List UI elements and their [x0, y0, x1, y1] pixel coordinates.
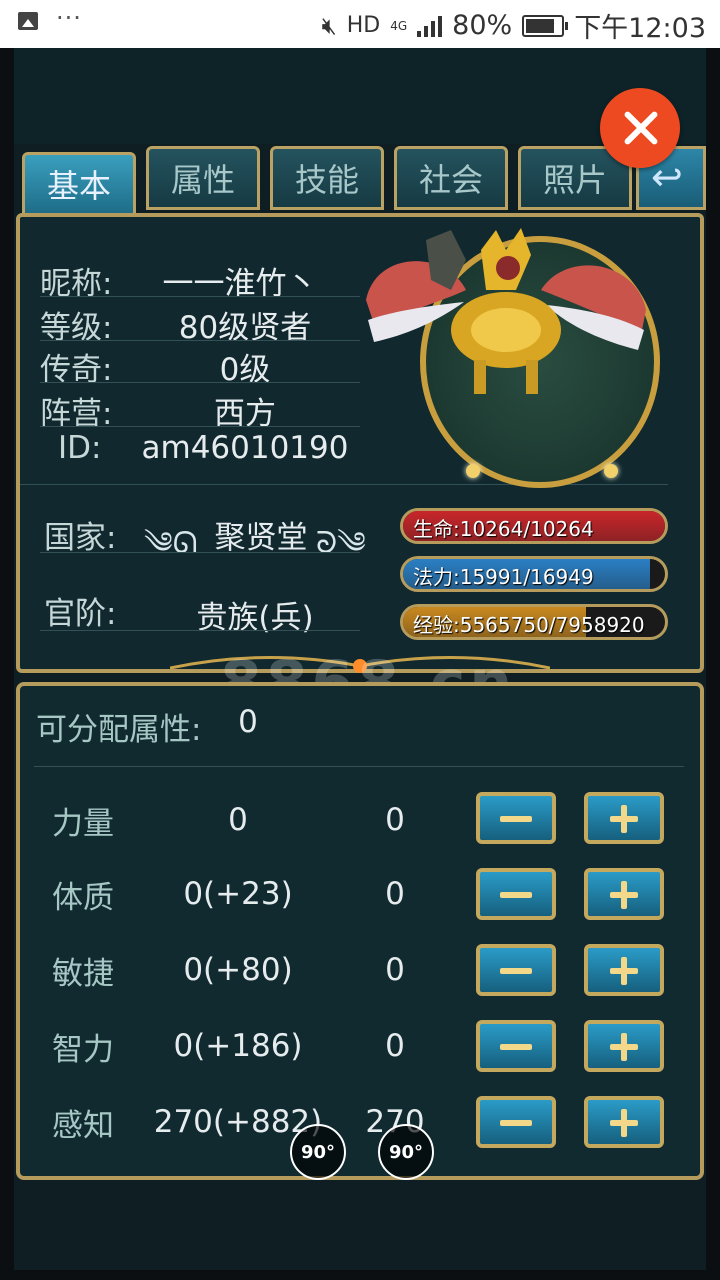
- nation-label: 国家:: [44, 520, 117, 556]
- divider: [40, 630, 360, 631]
- intelligence-base: 0(+186): [173, 1028, 303, 1064]
- ornament-orb: [604, 464, 618, 478]
- intelligence-plus-button[interactable]: [584, 1020, 664, 1072]
- divider: [40, 426, 360, 427]
- divider: [20, 484, 668, 485]
- hd-indicator: HD: [346, 13, 381, 38]
- divider: [40, 552, 360, 553]
- constitution-minus-button[interactable]: [476, 868, 556, 920]
- tab-attributes[interactable]: 属性: [146, 146, 260, 210]
- perception-plus-button[interactable]: [584, 1096, 664, 1148]
- strength-label: 力量: [52, 806, 114, 842]
- agility-label: 敏捷: [52, 956, 114, 992]
- divider: [40, 296, 360, 297]
- constitution-label: 体质: [52, 880, 114, 916]
- agility-added: 0: [385, 952, 405, 988]
- agility-plus-button[interactable]: [584, 944, 664, 996]
- rank-label: 官阶:: [44, 596, 117, 632]
- character-mount-image: [366, 228, 646, 394]
- intelligence-label: 智力: [52, 1032, 114, 1068]
- tab-social[interactable]: 社会: [394, 146, 508, 210]
- constitution-base: 0(+23): [183, 876, 293, 912]
- battery-percent: 80%: [452, 10, 513, 41]
- id-value: am46010190: [141, 430, 349, 466]
- exp-bar: 经验:5565750/7958920: [400, 604, 668, 640]
- battery-icon: [522, 14, 569, 37]
- tab-skills[interactable]: 技能: [270, 146, 384, 210]
- rotate-right-button[interactable]: 90°: [378, 1124, 434, 1180]
- mute-icon: 🔇︎: [321, 11, 337, 40]
- mp-text: 法力:15991/16949: [413, 565, 594, 589]
- close-button[interactable]: [600, 88, 680, 168]
- constitution-added: 0: [385, 876, 405, 912]
- more-notifications-icon: ···: [56, 4, 82, 32]
- divider: [40, 340, 360, 341]
- agility-base: 0(+80): [183, 952, 293, 988]
- mp-bar: 法力:15991/16949: [400, 556, 668, 592]
- rotate-left-button[interactable]: 90°: [290, 1124, 346, 1180]
- network-type-icon: 4G: [390, 18, 408, 33]
- hp-bar: 生命:10264/10264: [400, 508, 668, 544]
- divider: [34, 766, 684, 767]
- strength-base: 0: [228, 802, 248, 838]
- strength-added: 0: [385, 802, 405, 838]
- strength-minus-button[interactable]: [476, 792, 556, 844]
- exp-text: 经验:5565750/7958920: [413, 613, 645, 637]
- nation-value: 聚贤堂: [214, 520, 308, 556]
- signal-icon: [417, 15, 443, 37]
- free-points-label: 可分配属性:: [36, 712, 202, 748]
- constitution-plus-button[interactable]: [584, 868, 664, 920]
- free-points-value: 0: [238, 704, 258, 740]
- image-notification-icon: [18, 12, 38, 30]
- hp-text: 生命:10264/10264: [413, 517, 594, 541]
- perception-label: 感知: [52, 1108, 114, 1144]
- agility-minus-button[interactable]: [476, 944, 556, 996]
- perception-minus-button[interactable]: [476, 1096, 556, 1148]
- intelligence-added: 0: [385, 1028, 405, 1064]
- ornament-orb: [466, 464, 480, 478]
- tab-basic[interactable]: 基本: [22, 152, 136, 216]
- id-label: ID:: [58, 430, 102, 466]
- status-bar: ··· 🔇︎ HD 4G 80% 下午12:03: [0, 0, 720, 48]
- strength-plus-button[interactable]: [584, 792, 664, 844]
- divider: [40, 382, 360, 383]
- clock: 下午12:03: [574, 13, 706, 44]
- intelligence-minus-button[interactable]: [476, 1020, 556, 1072]
